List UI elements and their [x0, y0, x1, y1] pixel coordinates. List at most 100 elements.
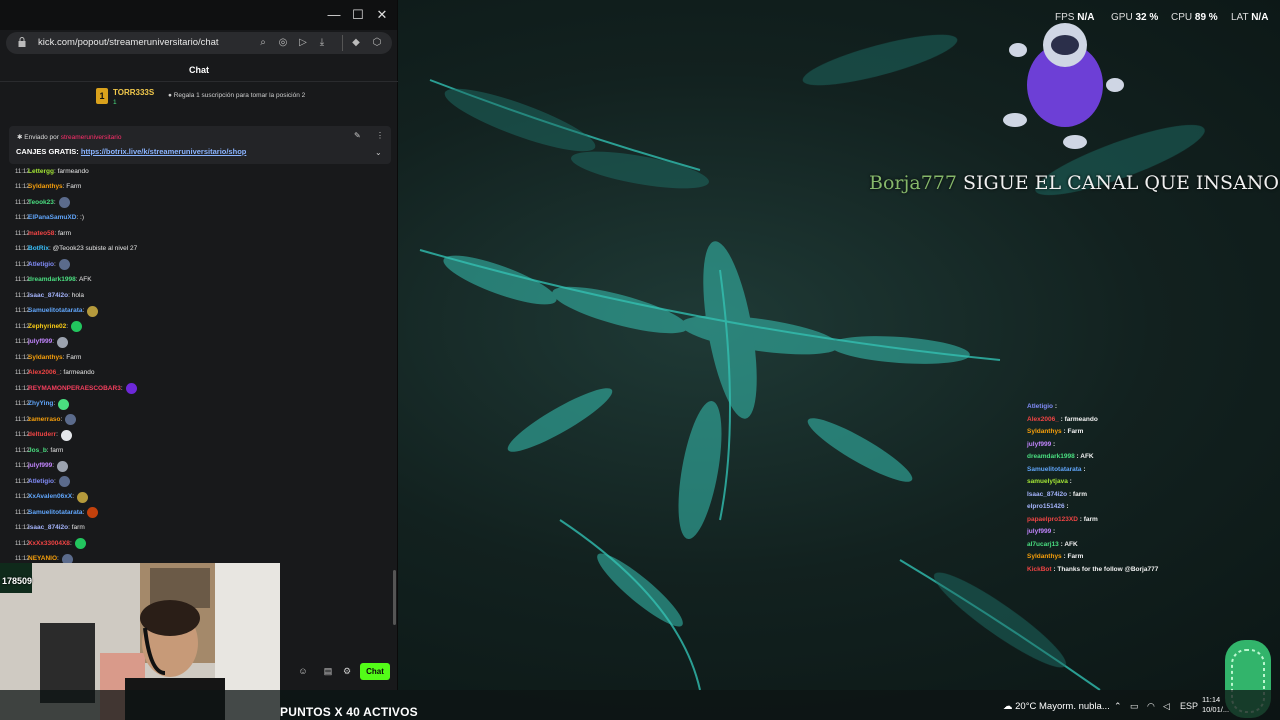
message-username[interactable]: mateo58	[28, 228, 54, 240]
message-text: :	[66, 322, 69, 330]
pinned-message[interactable]: ✱ Enviado por streameruniversitario CANJ…	[9, 126, 391, 164]
maximize-button[interactable]: ☐	[348, 6, 368, 24]
chat-send-button[interactable]: Chat	[360, 663, 390, 680]
overlay-chat-message: Isaac_874i2o : farm	[1027, 489, 1267, 502]
emote-icon	[87, 507, 99, 519]
search-icon[interactable]: ⌕	[256, 36, 270, 50]
overlay-username: samuelytjava	[1027, 478, 1068, 485]
download-icon[interactable]: ⤓	[315, 36, 329, 50]
message-username[interactable]: XxAvalen06xX	[28, 491, 72, 503]
gift-prompt[interactable]: ● Regala 1 suscripción para tomar la pos…	[168, 92, 305, 99]
message-time: 11:12	[15, 478, 30, 485]
chat-message: 11:12 julyf999:	[15, 459, 385, 475]
message-username[interactable]: Syldanthys	[28, 352, 63, 364]
gear-icon[interactable]: ⚙	[341, 665, 353, 677]
message-username[interactable]: Atletigio	[28, 476, 54, 488]
chat-message: 11:12 Atletigio:	[15, 474, 385, 490]
clock[interactable]: 11:14 10/01/...	[1202, 695, 1229, 715]
message-username[interactable]: ZhyYing	[28, 398, 53, 410]
wifi-icon[interactable]: ◠	[1147, 701, 1155, 712]
language-indicator[interactable]: ESP	[1180, 701, 1198, 711]
tray-chevron-icon[interactable]: ⌃	[1114, 701, 1122, 712]
follow-alert: Borja777 SIGUE EL CANAL QUE INSANO	[869, 172, 1279, 194]
chat-message: 11:12 Syldanthys: Farm	[15, 180, 385, 196]
message-username[interactable]: julyf999	[28, 336, 52, 348]
chevron-down-icon[interactable]: ⌄	[375, 148, 382, 157]
message-username[interactable]: Atletigio	[28, 259, 54, 271]
message-username[interactable]: zamerraso	[28, 414, 61, 426]
overlay-chat-message: Syldanthys : Farm	[1027, 426, 1267, 439]
chat-message: 11:12 Samuelitotatarata:	[15, 505, 385, 521]
cube-icon[interactable]: ⬡	[370, 36, 384, 50]
overlay-text: : Farm	[1063, 553, 1084, 560]
message-time: 11:12	[15, 463, 30, 470]
message-username[interactable]: BotRix	[28, 243, 49, 255]
lock-icon	[18, 37, 26, 47]
close-button[interactable]: ✕	[372, 6, 392, 24]
emote-icon	[77, 491, 89, 503]
message-username[interactable]: Teook23	[28, 197, 54, 209]
message-username[interactable]: Lettergg	[28, 166, 54, 178]
message-username[interactable]: Samuelitotatarata	[28, 507, 83, 519]
overlay-text: :	[1053, 528, 1056, 535]
message-text: : farm	[68, 524, 85, 532]
emote-icon	[60, 429, 72, 441]
share-icon[interactable]: ▷	[296, 36, 310, 50]
more-options-icon[interactable]: ⋮	[376, 131, 384, 140]
chat-message: 11:12 REYMAMONPERAESCOBAR3:	[15, 381, 385, 397]
message-text: : AFK	[75, 276, 92, 284]
overlay-text: : Farm	[1063, 428, 1084, 435]
overlay-text: : AFK	[1060, 540, 1078, 548]
overlay-text: : AFK	[1076, 453, 1094, 460]
cpu-stat: CPU 89 %	[1171, 12, 1218, 23]
message-time: 11:12	[15, 432, 30, 439]
chat-header: Chat	[0, 58, 398, 82]
webcam-counter: 178509	[2, 576, 33, 586]
message-time: 11:12	[15, 199, 30, 206]
network-icon[interactable]: ▭	[1130, 701, 1139, 712]
message-time: 11:12	[15, 277, 30, 284]
chat-message: 11:12 deltuderr:	[15, 428, 385, 444]
shop-icon[interactable]: ▤	[322, 665, 334, 677]
overlay-text: : farm	[1068, 490, 1087, 498]
shop-link[interactable]: https://botrix.live/k/streameruniversita…	[81, 147, 246, 156]
message-username[interactable]: deltuderr	[28, 429, 56, 441]
message-username[interactable]: dreamdark1998	[28, 274, 76, 286]
message-username[interactable]: Zephyrine02	[28, 321, 66, 333]
emote-icon	[57, 460, 69, 472]
emoji-icon[interactable]: ☺	[297, 665, 309, 677]
message-username[interactable]: isaac_874i2o	[28, 522, 68, 534]
chat-message: 11:12 Jos_b: farm	[15, 443, 385, 459]
astronaut-sticker	[1003, 23, 1124, 149]
minimize-button[interactable]: —	[324, 6, 344, 24]
overlay-username: Syldanthys	[1027, 428, 1062, 435]
message-username[interactable]: isaac_874i2o	[28, 290, 68, 302]
message-text: :	[56, 431, 58, 439]
message-username[interactable]: Jos_b	[28, 445, 47, 457]
weather-widget[interactable]: ☁ 20°C Mayorm. nubla...	[1003, 701, 1110, 712]
message-time: 11:12	[15, 401, 30, 408]
volume-icon[interactable]: ◁	[1163, 701, 1170, 712]
scrollbar[interactable]	[393, 570, 396, 625]
shield-icon[interactable]: ◎	[276, 36, 290, 50]
message-username[interactable]: julyf999	[28, 460, 52, 472]
message-username[interactable]: Syldanthys	[28, 181, 63, 193]
chat-message: 11:12 BotRix: @Teook23 subiste al nivel 2…	[15, 242, 385, 258]
message-username[interactable]: ElPanaSamuXD	[28, 212, 76, 224]
emote-icon	[87, 305, 99, 317]
leaderboard-name[interactable]: TORR333S	[113, 88, 154, 97]
overlay-username: elpro151426	[1027, 503, 1065, 510]
overlay-text: :	[1066, 503, 1069, 510]
message-username[interactable]: Samuelitotatarata	[28, 305, 83, 317]
emote-icon	[58, 476, 70, 488]
address-bar[interactable]: kick.com/popout/streameruniversitario/ch…	[6, 32, 392, 54]
extension-icon[interactable]: ◆	[349, 36, 363, 50]
message-text: :	[53, 198, 56, 206]
message-username[interactable]: Alex2006_	[28, 367, 60, 379]
message-time: 11:12	[15, 168, 30, 175]
message-username[interactable]: REYMAMONPERAESCOBAR3	[28, 383, 121, 395]
message-username[interactable]: XxXx33004X8	[28, 538, 70, 550]
pin-icon[interactable]: ✎	[354, 131, 361, 140]
emote-icon	[58, 259, 70, 271]
overlay-username: papaelpro123XD	[1027, 515, 1078, 523]
